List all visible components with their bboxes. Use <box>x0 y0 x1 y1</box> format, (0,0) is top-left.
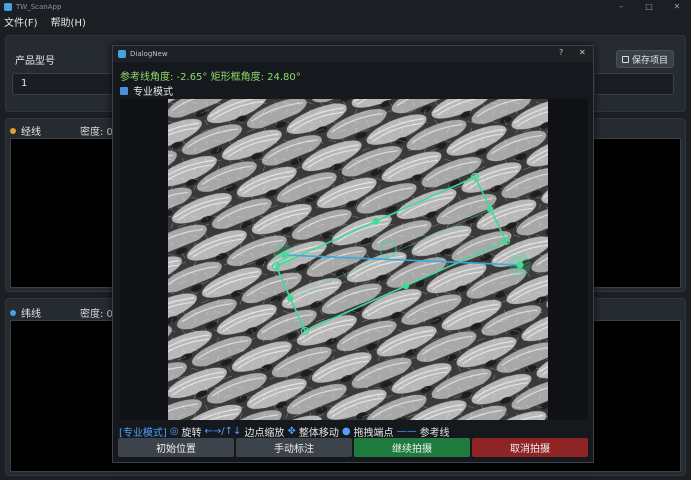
menu-help[interactable]: 帮助(H) <box>51 14 86 29</box>
dialog-title: DialogNew <box>130 50 168 58</box>
help-legend: [专业模式] ◎ 旋转 ←→/↑↓ 边点缩放 ✥ 整体移动 ● 拖拽端点 —— … <box>119 424 450 439</box>
minimize-icon[interactable]: – <box>607 0 635 13</box>
help-rotate: 旋转 <box>181 428 202 439</box>
manual-annotate-button[interactable]: 手动标注 <box>236 438 352 457</box>
dialog-titlebar: DialogNew ? ✕ <box>113 46 593 62</box>
maximize-icon[interactable]: □ <box>635 0 663 13</box>
edge-handle[interactable] <box>402 282 410 290</box>
continue-capture-button[interactable]: 继续拍摄 <box>354 438 470 457</box>
help-scale: 边点缩放 <box>244 428 285 439</box>
reference-endpoint[interactable] <box>280 251 288 259</box>
product-model-input[interactable]: 1 <box>12 73 122 95</box>
fabric-image-canvas[interactable] <box>120 99 588 420</box>
edge-handle[interactable] <box>486 205 494 213</box>
save-icon <box>621 55 629 63</box>
drag-dot-icon: ● <box>341 426 351 437</box>
warp-header: 经线 <box>10 123 41 138</box>
weft-dot-icon <box>10 309 16 316</box>
dialog-close-icon[interactable]: ✕ <box>579 48 586 57</box>
warp-density: 密度: 0 <box>80 127 113 138</box>
image-canvas-frame <box>120 99 588 420</box>
cancel-capture-button[interactable]: 取消拍摄 <box>472 438 588 457</box>
angle-readout: 参考线角度: -2.65° 矩形框角度: 24.80° <box>120 72 301 83</box>
dialog-button-row: 初始位置 手动标注 继续拍摄 取消拍摄 <box>118 438 588 457</box>
edge-handle[interactable] <box>372 217 380 225</box>
scale-arrows-icon: ←→/↑↓ <box>204 426 242 437</box>
reset-position-button[interactable]: 初始位置 <box>118 438 234 457</box>
save-project-button[interactable]: 保存项目 <box>616 50 674 68</box>
warp-dot-icon <box>10 127 16 134</box>
window-controls: – □ ✕ <box>607 0 691 13</box>
reference-endpoint[interactable] <box>516 261 524 269</box>
dialog-window: DialogNew ? ✕ 参考线角度: -2.65° 矩形框角度: 24.80… <box>112 45 594 463</box>
line-icon: —— <box>396 426 417 437</box>
save-project-label: 保存项目 <box>631 55 668 66</box>
help-move: 整体移动 <box>298 428 339 439</box>
close-icon[interactable]: ✕ <box>663 0 691 13</box>
fabric-image <box>168 99 548 420</box>
app-titlebar: TW_ScanApp – □ ✕ <box>0 0 691 13</box>
help-icon[interactable]: ? <box>559 48 563 57</box>
help-drag: 拖拽端点 <box>353 428 394 439</box>
secondary-input[interactable] <box>594 73 674 95</box>
edge-handle[interactable] <box>286 294 294 302</box>
app-icon <box>4 2 12 11</box>
checkbox-checked-icon <box>120 86 128 95</box>
menu-file[interactable]: 文件(F) <box>4 14 38 29</box>
warp-title: 经线 <box>21 127 41 138</box>
weft-header: 纬线 <box>10 305 41 320</box>
pro-mode-checkbox[interactable]: 专业模式 <box>120 83 173 98</box>
help-line: 参考线 <box>419 428 450 439</box>
help-mode-tag: [专业模式] <box>119 428 167 439</box>
rotate-icon: ◎ <box>169 426 179 437</box>
dialog-app-icon <box>118 50 126 58</box>
weft-title: 纬线 <box>21 309 41 320</box>
move-icon: ✥ <box>287 426 296 437</box>
product-model-label: 产品型号 <box>15 56 55 67</box>
pro-mode-label: 专业模式 <box>133 87 173 98</box>
menubar: 文件(F) 帮助(H) <box>0 13 94 30</box>
app-title: TW_ScanApp <box>16 2 62 11</box>
weft-density: 密度: 0 <box>80 309 113 320</box>
